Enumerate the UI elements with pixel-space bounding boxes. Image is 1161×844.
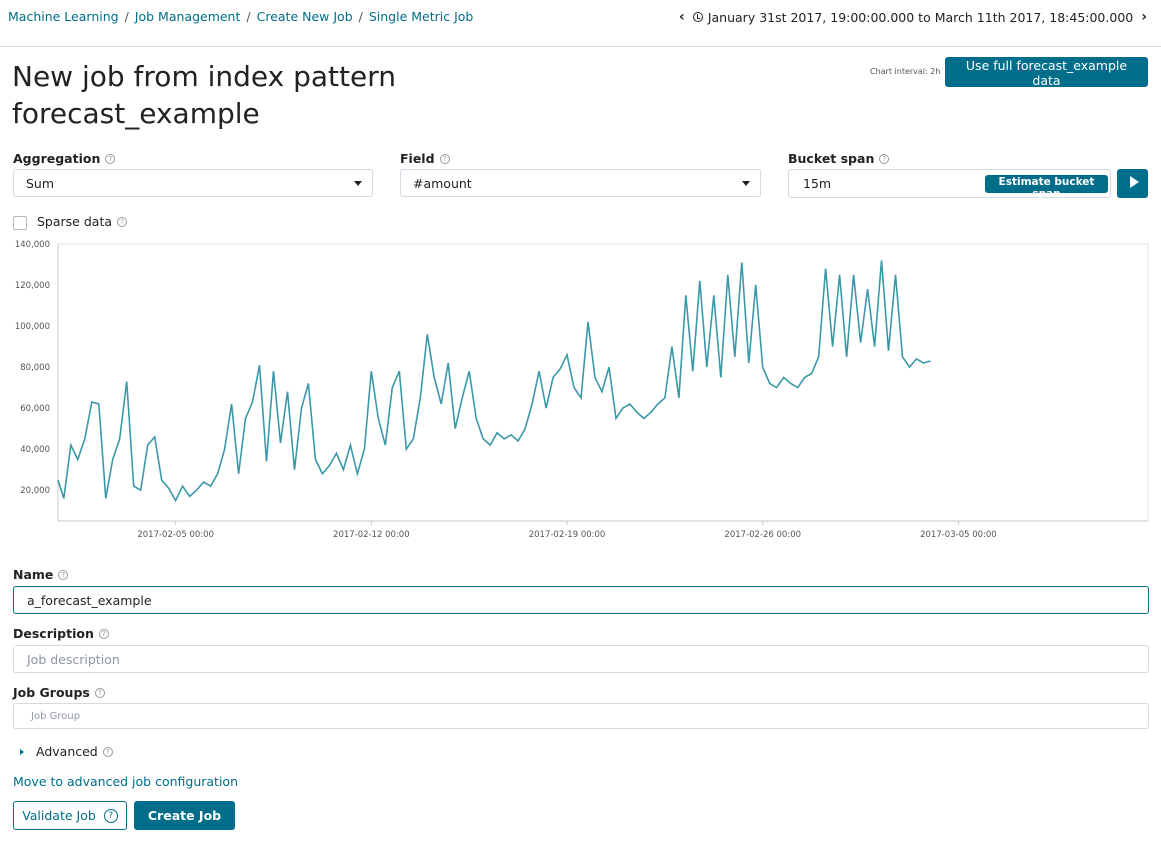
validate-job-button[interactable]: Validate Job ? [13,801,127,830]
job-name-value: a_forecast_example [27,593,152,608]
bucket-span-label: Bucket span ? [788,151,890,166]
help-icon[interactable]: ? [94,687,105,698]
name-label-text: Name [13,567,54,582]
validate-job-label: Validate Job [22,808,96,823]
name-label: Name ? [13,567,69,582]
chevron-left-icon[interactable]: ‹ [671,9,693,25]
description-label-text: Description [13,626,94,641]
description-label: Description ? [13,626,109,641]
metric-series-line [57,260,931,503]
breadcrumb-single-metric-job[interactable]: Single Metric Job [369,9,474,24]
x-tick-label: 2017-02-12 00:00 [333,530,410,540]
clock-icon [692,12,703,22]
y-tick-label: 40,000 [20,445,50,455]
top-bar: Machine Learning / Job Management / Create N… [0,0,1161,47]
advanced-config-link[interactable]: Move to advanced job configuration [13,774,238,789]
help-icon[interactable]: ? [105,153,116,164]
field-select[interactable]: #amount [400,169,761,197]
help-icon[interactable]: ? [879,153,890,164]
job-groups-input[interactable]: Job Group [13,703,1149,729]
play-icon [1129,175,1139,188]
x-tick-label: 2017-02-05 00:00 [137,530,214,540]
job-name-input[interactable]: a_forecast_example [13,586,1149,614]
breadcrumb: Machine Learning / Job Management / Create N… [8,9,473,24]
x-tick-label: 2017-03-05 00:00 [920,530,997,540]
job-description-input[interactable]: Job description [13,645,1149,673]
sparse-data-label: Sparse data ? [37,214,127,229]
breadcrumb-create-new-job[interactable]: Create New Job [257,9,353,24]
chart-interval: Chart interval: 2h [870,67,941,76]
field-label-text: Field [400,151,435,166]
breadcrumb-job-management[interactable]: Job Management [135,9,241,24]
x-tick-labels: 2017-02-05 00:00 2017-02-12 00:00 2017-02-… [137,521,997,540]
y-tick-label: 100,000 [15,322,50,332]
x-tick-label: 2017-02-19 00:00 [529,530,606,540]
field-value: #amount [413,176,472,191]
aggregation-value: Sum [26,176,55,191]
job-description-placeholder: Job description [27,652,120,667]
aggregation-label: Aggregation ? [13,151,116,166]
aggregation-select[interactable]: Sum [13,169,373,197]
bucket-span-value: 15m [803,176,832,191]
help-icon[interactable]: ? [102,746,113,757]
advanced-toggle[interactable]: Advanced ? [20,744,113,759]
breadcrumb-machine-learning[interactable]: Machine Learning [8,9,119,24]
help-icon[interactable]: ? [117,216,127,227]
question-icon: ? [103,808,118,823]
job-groups-label-text: Job Groups [13,685,90,700]
create-job-button[interactable]: Create Job [134,801,235,830]
advanced-label: Advanced [36,744,98,759]
y-tick-label: 60,000 [20,404,50,414]
estimate-bucket-span-button[interactable]: Estimate bucket span [985,175,1108,200]
chevron-right-icon[interactable]: › [1133,9,1155,25]
caret-right-icon [20,748,24,755]
page-title: New job from index pattern forecast_exam… [12,60,397,130]
y-tick-label: 80,000 [20,363,50,373]
job-groups-placeholder: Job Group [31,711,81,722]
aggregation-label-text: Aggregation [13,151,101,166]
y-tick-label: 140,000 [15,240,50,250]
time-range[interactable]: January 31st 2017, 19:00:00.000 to March… [708,10,1133,25]
bucket-span-label-text: Bucket span [788,151,875,166]
breadcrumb-separator: / [358,9,363,24]
field-label: Field ? [400,151,450,166]
help-icon[interactable]: ? [439,153,450,164]
help-icon[interactable]: ? [58,569,69,580]
breadcrumb-separator: / [124,9,129,24]
help-icon[interactable]: ? [98,628,109,639]
use-full-data-button[interactable]: Use full forecast_example data [945,57,1148,88]
run-preview-button[interactable] [1117,169,1148,198]
breadcrumb-separator: / [246,9,251,24]
y-tick-labels: 20,000 40,000 60,000 80,000 100,000 120,000 14… [15,240,50,496]
sparse-data-checkbox[interactable] [13,216,27,230]
caret-down-icon [354,181,362,186]
time-picker: ‹ January 31st 2017, 19:00:00.000 to Mar… [671,9,1155,25]
x-tick-label: 2017-02-26 00:00 [724,530,801,540]
sparse-data-label-text: Sparse data [37,214,112,229]
y-tick-label: 120,000 [15,281,50,291]
job-groups-label: Job Groups ? [13,685,105,700]
caret-down-icon [742,181,750,186]
metric-chart: 20,000 40,000 60,000 80,000 100,000 120,000 14… [15,240,1149,540]
y-tick-label: 20,000 [20,486,50,496]
